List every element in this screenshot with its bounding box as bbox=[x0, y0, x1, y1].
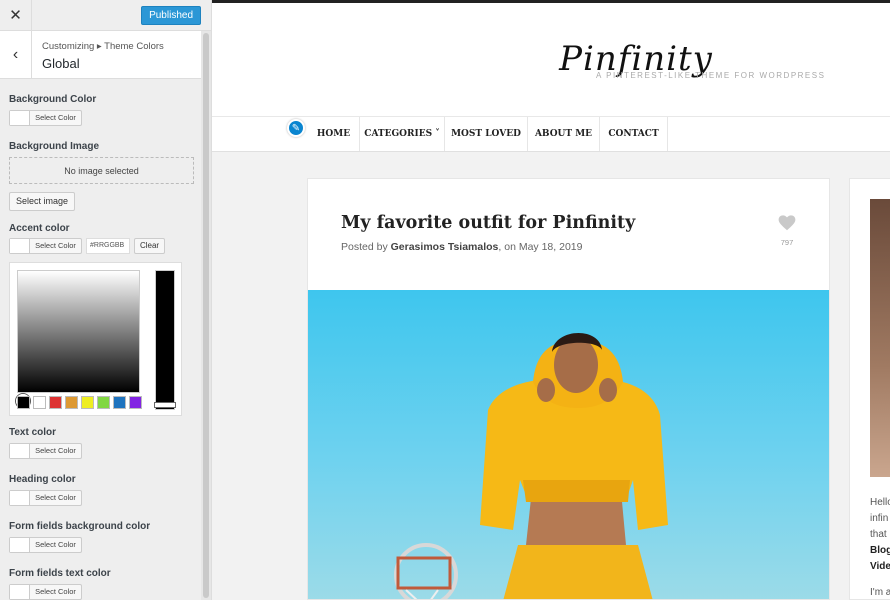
form-text-color-button[interactable]: Select Color bbox=[9, 584, 82, 600]
hex-color-input[interactable]: #RRGGBB bbox=[86, 238, 130, 254]
palette-swatch[interactable] bbox=[97, 396, 110, 409]
sidebar-widget: Hello infin that Blog Vide I'm a bbox=[849, 178, 890, 600]
clear-button[interactable]: Clear bbox=[134, 238, 165, 254]
widget-link-video[interactable]: Vide bbox=[870, 561, 890, 572]
site-preview: Pinfinity A PINTEREST-LIKE THEME FOR WOR… bbox=[212, 0, 890, 600]
nav-item-home[interactable]: HOME bbox=[308, 117, 360, 151]
widget-link-blog[interactable]: Blog bbox=[870, 545, 890, 556]
meta-prefix: Posted by bbox=[341, 241, 391, 253]
select-image-button[interactable]: Select image bbox=[9, 192, 76, 211]
section-title: Global bbox=[42, 56, 80, 71]
palette-swatch[interactable] bbox=[129, 396, 142, 409]
site-header: Pinfinity A PINTEREST-LIKE THEME FOR WOR… bbox=[212, 3, 890, 116]
close-icon[interactable]: ✕ bbox=[0, 0, 32, 30]
heart-icon[interactable] bbox=[778, 215, 796, 231]
pencil-edit-icon[interactable]: ✎ bbox=[287, 119, 305, 137]
color-swatch bbox=[10, 111, 30, 125]
meta-date: , on May 18, 2019 bbox=[498, 241, 583, 253]
customizer-header: ✕ Published bbox=[0, 0, 211, 31]
nav-item-contact[interactable]: CONTACT bbox=[600, 117, 668, 151]
accent-color-button[interactable]: Select Color bbox=[9, 238, 82, 254]
heading-color-label: Heading color bbox=[9, 474, 76, 485]
color-swatch bbox=[10, 239, 30, 253]
color-picker bbox=[9, 262, 182, 416]
background-color-label: Background Color bbox=[9, 94, 97, 105]
heading-color-button[interactable]: Select Color bbox=[9, 490, 82, 506]
hue-strip[interactable] bbox=[154, 270, 176, 410]
color-swatch bbox=[10, 538, 30, 552]
section-header: ‹ Customizing ▸ Theme Colors Global bbox=[0, 31, 202, 79]
background-color-button[interactable]: Select Color bbox=[9, 110, 82, 126]
palette-swatch[interactable] bbox=[81, 396, 94, 409]
customizer-sidebar: ✕ Published ‹ Customizing ▸ Theme Colors… bbox=[0, 0, 212, 600]
woman-yellow-hoodie-photo bbox=[394, 332, 668, 599]
scrollbar-thumb[interactable] bbox=[203, 33, 209, 598]
form-text-color-label: Form fields text color bbox=[9, 568, 111, 579]
image-placeholder: No image selected bbox=[9, 157, 194, 184]
widget-text-line: I'm a bbox=[870, 587, 890, 598]
post-featured-image[interactable] bbox=[308, 290, 829, 599]
form-bg-color-button[interactable]: Select Color bbox=[9, 537, 82, 553]
back-chevron-icon[interactable]: ‹ bbox=[0, 31, 32, 78]
saturation-square[interactable] bbox=[16, 270, 140, 408]
breadcrumb: Customizing ▸ Theme Colors bbox=[42, 41, 164, 52]
accent-color-label: Accent color bbox=[9, 223, 70, 234]
post-author[interactable]: Gerasimos Tsiamalos bbox=[391, 241, 499, 253]
author-photo bbox=[870, 199, 890, 477]
site-tagline: A PINTEREST-LIKE THEME FOR WORDPRESS bbox=[596, 71, 826, 80]
color-swatch bbox=[10, 491, 30, 505]
background-image-label: Background Image bbox=[9, 141, 100, 152]
post-card: My favorite outfit for Pinfinity Posted … bbox=[307, 178, 830, 600]
nav-item-about-me[interactable]: ABOUT ME bbox=[528, 117, 600, 151]
nav-item-most-loved[interactable]: MOST LOVED bbox=[445, 117, 528, 151]
palette-swatch[interactable] bbox=[65, 396, 78, 409]
nav-item-categories[interactable]: CATEGORIES ˅ bbox=[360, 117, 445, 151]
text-color-label: Text color bbox=[9, 427, 57, 438]
main-navigation: ✎ HOME CATEGORIES ˅ MOST LOVED ABOUT ME … bbox=[212, 116, 890, 152]
palette-swatch[interactable] bbox=[17, 396, 30, 409]
hue-handle[interactable] bbox=[154, 402, 176, 408]
sidebar-scrollbar[interactable] bbox=[201, 31, 211, 600]
form-bg-color-label: Form fields background color bbox=[9, 521, 151, 532]
like-count: 797 bbox=[780, 238, 794, 247]
post-meta: Posted by Gerasimos Tsiamalos, on May 18… bbox=[341, 241, 582, 253]
publish-button[interactable]: Published bbox=[141, 6, 201, 25]
palette-swatch[interactable] bbox=[49, 396, 62, 409]
widget-text-line: infin bbox=[870, 513, 889, 524]
palette-swatch[interactable] bbox=[113, 396, 126, 409]
widget-text-line: that bbox=[870, 529, 887, 540]
color-palette bbox=[17, 396, 142, 409]
widget-text-line: Hello bbox=[870, 497, 890, 508]
color-swatch bbox=[10, 444, 30, 458]
palette-swatch[interactable] bbox=[33, 396, 46, 409]
color-swatch bbox=[10, 585, 30, 599]
post-title[interactable]: My favorite outfit for Pinfinity bbox=[341, 213, 635, 233]
text-color-button[interactable]: Select Color bbox=[9, 443, 82, 459]
